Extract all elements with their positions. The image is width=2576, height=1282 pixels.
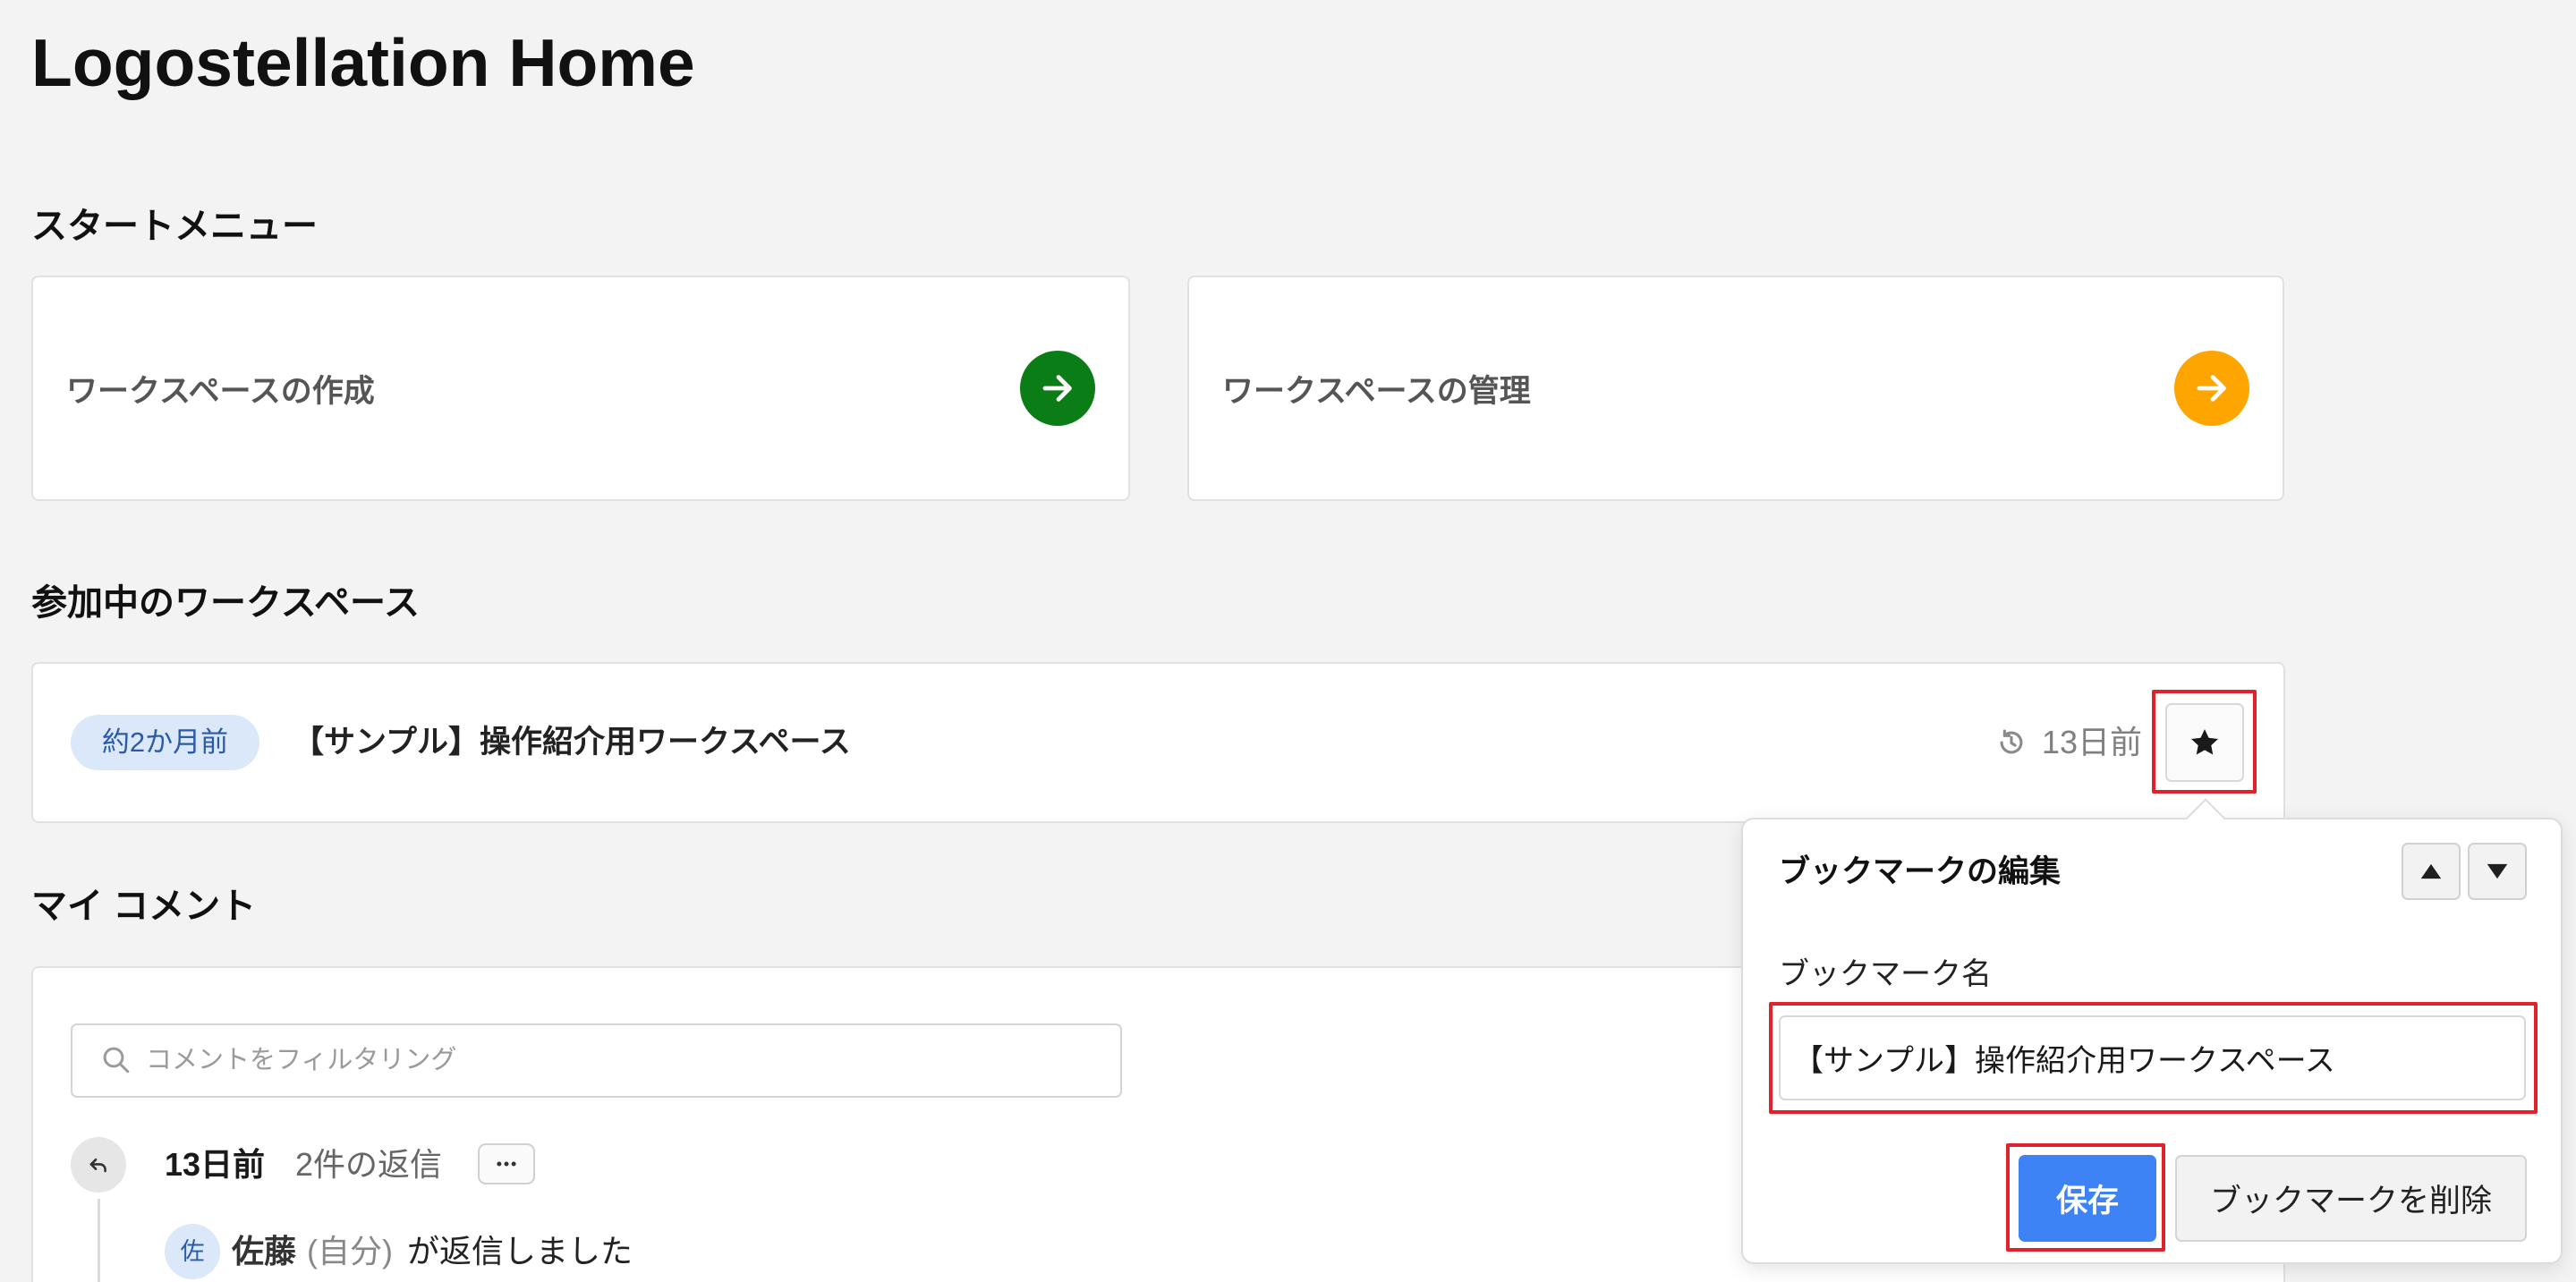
page-title: Logostellation Home: [31, 25, 695, 100]
triangle-down-icon: [2487, 863, 2508, 879]
comment-search: [71, 1023, 1122, 1098]
workspace-last-activity: 13日前: [2042, 724, 2143, 760]
popover-title: ブックマークの編集: [1779, 854, 2062, 889]
create-workspace-card[interactable]: ワークスペースの作成: [31, 276, 1130, 501]
bookmark-edit-popover: ブックマークの編集 ブックマーク名 保存 ブックマークを削除: [1741, 798, 2563, 1264]
delete-bookmark-button[interactable]: ブックマークを削除: [2175, 1155, 2527, 1242]
bookmark-button[interactable]: [2165, 703, 2244, 782]
search-icon: [103, 1047, 130, 1074]
triangle-up-icon: [2420, 863, 2442, 879]
move-up-button[interactable]: [2402, 843, 2461, 900]
move-down-button[interactable]: [2468, 843, 2527, 900]
workspace-age-badge: 約2か月前: [71, 715, 259, 770]
arrow-right-icon[interactable]: [2174, 351, 2249, 426]
star-icon: [2191, 729, 2218, 755]
thread-reply-count[interactable]: 2件の返信: [295, 1140, 442, 1190]
comment-search-input[interactable]: [72, 1025, 1120, 1096]
thread-connector-line: [98, 1199, 100, 1282]
create-workspace-label: ワークスペースの作成: [66, 373, 375, 409]
reply-action-text: が返信しました: [407, 1233, 633, 1269]
history-icon: [1996, 727, 2027, 758]
thread-time: 13日前: [165, 1146, 266, 1183]
home-page: Logostellation Home スタートメニュー ワークスペースの作成 …: [0, 0, 2576, 1282]
my-comments-heading: マイ コメント: [31, 887, 257, 926]
workspace-row[interactable]: 約2か月前 【サンプル】操作紹介用ワークスペース 13日前: [31, 662, 2285, 823]
reply-icon: [71, 1137, 126, 1193]
start-menu-heading: スタートメニュー: [31, 207, 318, 246]
reply-user-name: 佐藤: [232, 1233, 297, 1269]
reply-self-tag: (自分): [307, 1233, 393, 1269]
save-button[interactable]: 保存: [2019, 1155, 2156, 1242]
manage-workspace-label: ワークスペースの管理: [1222, 373, 1531, 409]
thread-menu-button[interactable]: [478, 1143, 535, 1184]
ellipsis-icon: [497, 1161, 516, 1167]
workspace-name-link[interactable]: 【サンプル】操作紹介用ワークスペース: [293, 716, 851, 769]
bookmark-name-label: ブックマーク名: [1779, 957, 1992, 991]
bookmark-name-input[interactable]: [1779, 1015, 2526, 1100]
manage-workspace-card[interactable]: ワークスペースの管理: [1187, 276, 2284, 501]
avatar: 佐: [165, 1224, 220, 1279]
reply-summary: 佐藤 (自分) が返信しました: [232, 1227, 633, 1277]
joined-workspaces-heading: 参加中のワークスペース: [31, 583, 420, 623]
arrow-right-icon[interactable]: [1020, 351, 1095, 426]
